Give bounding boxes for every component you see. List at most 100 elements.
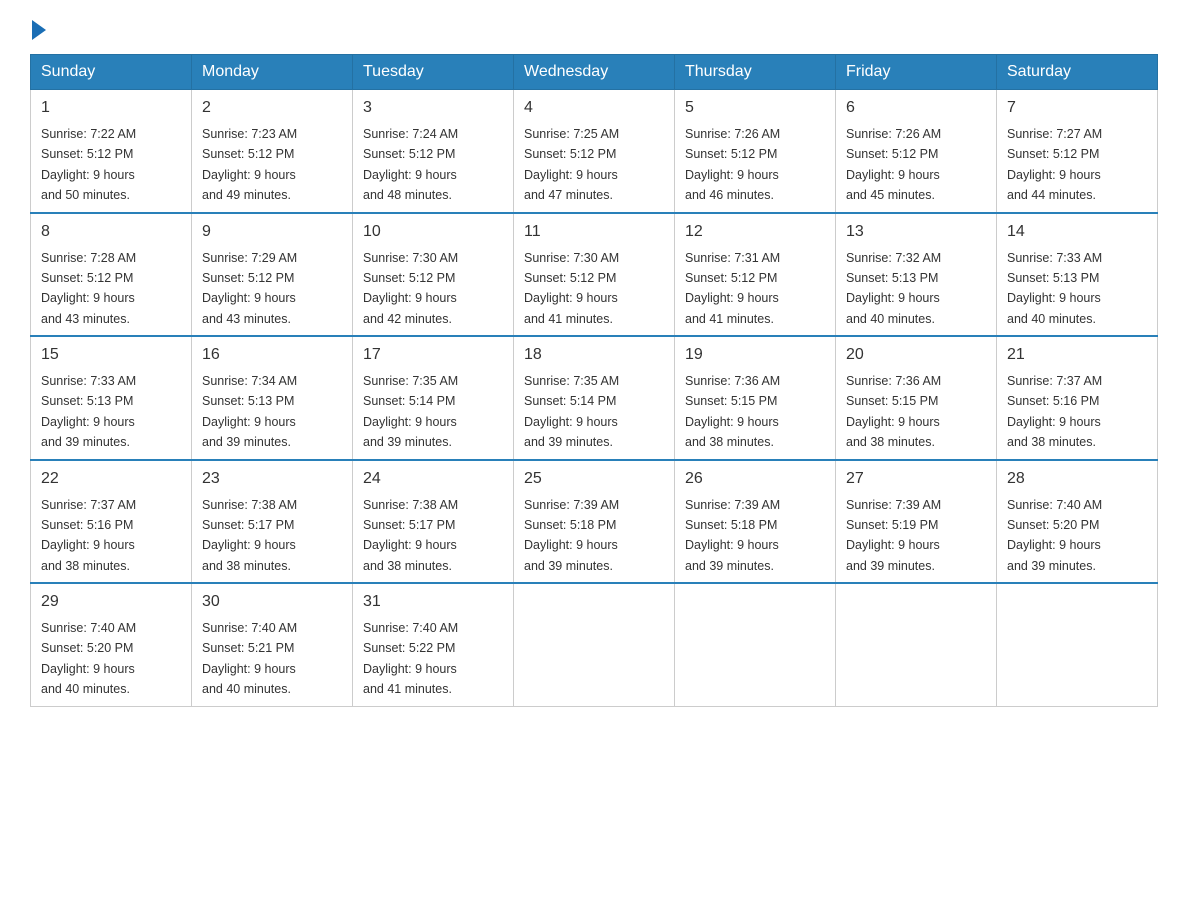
day-number: 18	[524, 343, 664, 367]
day-number: 17	[363, 343, 503, 367]
day-info: Sunrise: 7:38 AMSunset: 5:17 PMDaylight:…	[202, 498, 297, 573]
calendar-cell: 17 Sunrise: 7:35 AMSunset: 5:14 PMDaylig…	[353, 336, 514, 460]
calendar-week-row: 15 Sunrise: 7:33 AMSunset: 5:13 PMDaylig…	[31, 336, 1158, 460]
calendar-table: SundayMondayTuesdayWednesdayThursdayFrid…	[30, 54, 1158, 707]
day-number: 15	[41, 343, 181, 367]
day-info: Sunrise: 7:40 AMSunset: 5:21 PMDaylight:…	[202, 621, 297, 696]
day-number: 30	[202, 590, 342, 614]
day-info: Sunrise: 7:33 AMSunset: 5:13 PMDaylight:…	[41, 374, 136, 449]
day-number: 29	[41, 590, 181, 614]
day-of-week-header: Tuesday	[353, 55, 514, 90]
day-number: 6	[846, 96, 986, 120]
calendar-cell: 7 Sunrise: 7:27 AMSunset: 5:12 PMDayligh…	[997, 90, 1158, 213]
day-number: 20	[846, 343, 986, 367]
calendar-week-row: 8 Sunrise: 7:28 AMSunset: 5:12 PMDayligh…	[31, 213, 1158, 337]
calendar-cell: 28 Sunrise: 7:40 AMSunset: 5:20 PMDaylig…	[997, 460, 1158, 584]
day-number: 10	[363, 220, 503, 244]
day-info: Sunrise: 7:36 AMSunset: 5:15 PMDaylight:…	[846, 374, 941, 449]
calendar-cell: 22 Sunrise: 7:37 AMSunset: 5:16 PMDaylig…	[31, 460, 192, 584]
calendar-cell: 31 Sunrise: 7:40 AMSunset: 5:22 PMDaylig…	[353, 583, 514, 706]
day-info: Sunrise: 7:40 AMSunset: 5:20 PMDaylight:…	[1007, 498, 1102, 573]
calendar-cell: 20 Sunrise: 7:36 AMSunset: 5:15 PMDaylig…	[836, 336, 997, 460]
day-number: 21	[1007, 343, 1147, 367]
day-info: Sunrise: 7:33 AMSunset: 5:13 PMDaylight:…	[1007, 251, 1102, 326]
day-of-week-header: Monday	[192, 55, 353, 90]
day-info: Sunrise: 7:35 AMSunset: 5:14 PMDaylight:…	[524, 374, 619, 449]
day-info: Sunrise: 7:30 AMSunset: 5:12 PMDaylight:…	[524, 251, 619, 326]
day-number: 31	[363, 590, 503, 614]
calendar-cell: 14 Sunrise: 7:33 AMSunset: 5:13 PMDaylig…	[997, 213, 1158, 337]
day-number: 23	[202, 467, 342, 491]
calendar-cell: 29 Sunrise: 7:40 AMSunset: 5:20 PMDaylig…	[31, 583, 192, 706]
day-info: Sunrise: 7:40 AMSunset: 5:22 PMDaylight:…	[363, 621, 458, 696]
day-of-week-header: Saturday	[997, 55, 1158, 90]
calendar-cell: 19 Sunrise: 7:36 AMSunset: 5:15 PMDaylig…	[675, 336, 836, 460]
day-number: 3	[363, 96, 503, 120]
day-of-week-header: Friday	[836, 55, 997, 90]
calendar-cell: 4 Sunrise: 7:25 AMSunset: 5:12 PMDayligh…	[514, 90, 675, 213]
day-number: 14	[1007, 220, 1147, 244]
day-number: 19	[685, 343, 825, 367]
day-number: 11	[524, 220, 664, 244]
day-of-week-header: Thursday	[675, 55, 836, 90]
page-header	[30, 20, 1158, 34]
day-info: Sunrise: 7:23 AMSunset: 5:12 PMDaylight:…	[202, 127, 297, 202]
day-of-week-header: Sunday	[31, 55, 192, 90]
day-info: Sunrise: 7:37 AMSunset: 5:16 PMDaylight:…	[41, 498, 136, 573]
calendar-cell: 27 Sunrise: 7:39 AMSunset: 5:19 PMDaylig…	[836, 460, 997, 584]
day-info: Sunrise: 7:26 AMSunset: 5:12 PMDaylight:…	[685, 127, 780, 202]
calendar-cell: 23 Sunrise: 7:38 AMSunset: 5:17 PMDaylig…	[192, 460, 353, 584]
calendar-cell	[514, 583, 675, 706]
day-number: 24	[363, 467, 503, 491]
day-number: 5	[685, 96, 825, 120]
day-info: Sunrise: 7:28 AMSunset: 5:12 PMDaylight:…	[41, 251, 136, 326]
day-info: Sunrise: 7:39 AMSunset: 5:19 PMDaylight:…	[846, 498, 941, 573]
calendar-week-row: 29 Sunrise: 7:40 AMSunset: 5:20 PMDaylig…	[31, 583, 1158, 706]
day-info: Sunrise: 7:27 AMSunset: 5:12 PMDaylight:…	[1007, 127, 1102, 202]
calendar-week-row: 1 Sunrise: 7:22 AMSunset: 5:12 PMDayligh…	[31, 90, 1158, 213]
calendar-cell: 3 Sunrise: 7:24 AMSunset: 5:12 PMDayligh…	[353, 90, 514, 213]
calendar-cell: 15 Sunrise: 7:33 AMSunset: 5:13 PMDaylig…	[31, 336, 192, 460]
day-info: Sunrise: 7:39 AMSunset: 5:18 PMDaylight:…	[685, 498, 780, 573]
day-number: 2	[202, 96, 342, 120]
calendar-cell: 12 Sunrise: 7:31 AMSunset: 5:12 PMDaylig…	[675, 213, 836, 337]
day-info: Sunrise: 7:35 AMSunset: 5:14 PMDaylight:…	[363, 374, 458, 449]
calendar-cell: 1 Sunrise: 7:22 AMSunset: 5:12 PMDayligh…	[31, 90, 192, 213]
day-number: 28	[1007, 467, 1147, 491]
day-info: Sunrise: 7:32 AMSunset: 5:13 PMDaylight:…	[846, 251, 941, 326]
day-info: Sunrise: 7:39 AMSunset: 5:18 PMDaylight:…	[524, 498, 619, 573]
calendar-cell: 24 Sunrise: 7:38 AMSunset: 5:17 PMDaylig…	[353, 460, 514, 584]
logo	[30, 20, 46, 34]
day-info: Sunrise: 7:30 AMSunset: 5:12 PMDaylight:…	[363, 251, 458, 326]
day-info: Sunrise: 7:31 AMSunset: 5:12 PMDaylight:…	[685, 251, 780, 326]
calendar-cell: 10 Sunrise: 7:30 AMSunset: 5:12 PMDaylig…	[353, 213, 514, 337]
calendar-cell: 18 Sunrise: 7:35 AMSunset: 5:14 PMDaylig…	[514, 336, 675, 460]
logo-arrow-icon	[32, 20, 46, 40]
calendar-cell: 26 Sunrise: 7:39 AMSunset: 5:18 PMDaylig…	[675, 460, 836, 584]
day-number: 22	[41, 467, 181, 491]
calendar-week-row: 22 Sunrise: 7:37 AMSunset: 5:16 PMDaylig…	[31, 460, 1158, 584]
day-of-week-header: Wednesday	[514, 55, 675, 90]
calendar-cell: 13 Sunrise: 7:32 AMSunset: 5:13 PMDaylig…	[836, 213, 997, 337]
day-number: 8	[41, 220, 181, 244]
day-number: 25	[524, 467, 664, 491]
day-number: 12	[685, 220, 825, 244]
day-info: Sunrise: 7:34 AMSunset: 5:13 PMDaylight:…	[202, 374, 297, 449]
day-info: Sunrise: 7:25 AMSunset: 5:12 PMDaylight:…	[524, 127, 619, 202]
calendar-header-row: SundayMondayTuesdayWednesdayThursdayFrid…	[31, 55, 1158, 90]
day-info: Sunrise: 7:40 AMSunset: 5:20 PMDaylight:…	[41, 621, 136, 696]
calendar-cell	[997, 583, 1158, 706]
day-info: Sunrise: 7:29 AMSunset: 5:12 PMDaylight:…	[202, 251, 297, 326]
day-number: 16	[202, 343, 342, 367]
calendar-cell	[836, 583, 997, 706]
calendar-cell	[675, 583, 836, 706]
calendar-cell: 5 Sunrise: 7:26 AMSunset: 5:12 PMDayligh…	[675, 90, 836, 213]
calendar-cell: 11 Sunrise: 7:30 AMSunset: 5:12 PMDaylig…	[514, 213, 675, 337]
day-info: Sunrise: 7:38 AMSunset: 5:17 PMDaylight:…	[363, 498, 458, 573]
day-number: 4	[524, 96, 664, 120]
day-number: 1	[41, 96, 181, 120]
calendar-cell: 21 Sunrise: 7:37 AMSunset: 5:16 PMDaylig…	[997, 336, 1158, 460]
calendar-cell: 6 Sunrise: 7:26 AMSunset: 5:12 PMDayligh…	[836, 90, 997, 213]
day-number: 26	[685, 467, 825, 491]
day-info: Sunrise: 7:24 AMSunset: 5:12 PMDaylight:…	[363, 127, 458, 202]
